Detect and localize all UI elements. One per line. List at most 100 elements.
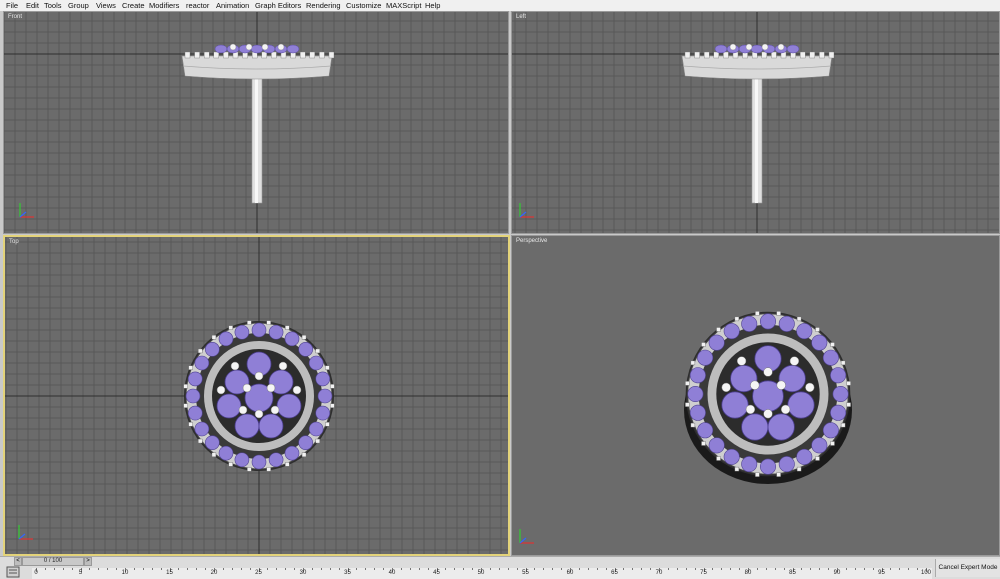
timeline-tick	[53, 568, 55, 570]
outer-gem	[315, 371, 331, 387]
timeline-tick	[285, 568, 287, 570]
viewport-label-left[interactable]: Left	[516, 14, 526, 20]
timeline-tick	[249, 568, 251, 570]
outer-gem	[697, 349, 714, 366]
menu-item-group[interactable]: Group	[68, 0, 89, 11]
timeline-tick	[623, 568, 625, 570]
timeline-tick	[98, 568, 100, 570]
outer-gem	[689, 367, 706, 384]
timeline-tick	[489, 568, 491, 570]
viewport-left[interactable]: Left	[511, 11, 1000, 234]
menu-item-customize[interactable]: Customize	[346, 0, 381, 11]
viewport-perspective[interactable]: Perspective	[511, 235, 1000, 556]
timeline-tick	[107, 568, 109, 570]
timeline-tick-label: 65	[611, 570, 618, 576]
metal-bead	[721, 382, 731, 393]
timeline-tick-label: 50	[477, 570, 485, 576]
cancel-expert-mode-button[interactable]: Cancel Expert Mode	[935, 559, 1000, 577]
timeline-tick	[311, 568, 313, 570]
metal-bead	[789, 356, 800, 366]
timeline-tick	[507, 568, 509, 570]
viewport-label-perspective[interactable]: Perspective	[516, 238, 547, 244]
outer-gem	[205, 342, 220, 357]
timeline-tick-label: 60	[566, 570, 574, 576]
earring-side-view	[681, 43, 835, 204]
outer-gem	[811, 334, 828, 351]
timeline-tick-label: 90	[833, 570, 841, 576]
viewport-front[interactable]: Front	[3, 11, 509, 234]
timeline-tick	[596, 568, 598, 570]
viewport-area: Front Left Top Perspective	[0, 11, 1000, 557]
timeline-tick	[899, 568, 901, 570]
outer-gem	[822, 349, 839, 366]
timeline-tick	[71, 568, 73, 570]
menu-item-help[interactable]: Help	[425, 0, 440, 11]
timeline-tick-label: 95	[878, 570, 885, 576]
timeline-tick	[329, 568, 331, 570]
prev-frame-button[interactable]: <	[14, 557, 22, 566]
outer-gem	[194, 355, 210, 371]
timeline-tick	[187, 568, 189, 570]
center-gem	[767, 413, 795, 441]
outer-gem	[822, 422, 839, 439]
viewport-top[interactable]: Top	[3, 235, 510, 556]
metal-bead	[254, 371, 264, 381]
timeline-tick	[383, 568, 385, 570]
timeline-tick	[320, 568, 322, 570]
menu-item-animation[interactable]: Animation	[216, 0, 249, 11]
outer-gem	[315, 405, 331, 421]
metal-bead	[780, 404, 791, 415]
center-gem	[234, 413, 260, 439]
menu-item-tools[interactable]: Tools	[44, 0, 62, 11]
timeline-tick	[828, 568, 830, 570]
menu-item-rendering[interactable]: Rendering	[306, 0, 341, 11]
outer-gem	[830, 367, 847, 384]
outer-gem	[234, 452, 250, 468]
outer-gem	[218, 331, 234, 347]
outer-gem	[251, 454, 267, 470]
timeline-tick	[294, 568, 296, 570]
timeline-tick	[587, 568, 589, 570]
timeline-tick	[890, 568, 892, 570]
menu-item-create[interactable]: Create	[122, 0, 145, 11]
outer-gem	[697, 422, 714, 439]
mini-curve-editor-icon[interactable]	[6, 566, 20, 578]
menu-item-file[interactable]: File	[6, 0, 18, 11]
timeline-tick	[863, 568, 865, 570]
timeline-tick	[89, 568, 91, 570]
timeline-tick	[44, 568, 46, 570]
outer-gem	[185, 388, 201, 404]
menu-item-views[interactable]: Views	[96, 0, 116, 11]
timeline-tick	[400, 568, 402, 570]
timeline-tick	[534, 568, 536, 570]
menu-item-edit[interactable]: Edit	[26, 0, 39, 11]
timeline-tick	[765, 568, 767, 570]
center-gem	[787, 391, 815, 419]
menu-item-maxscript[interactable]: MAXScript	[386, 0, 421, 11]
timeline-tick	[142, 568, 144, 570]
timeline-tick	[676, 568, 678, 570]
timeline-tick-label: 40	[388, 570, 396, 576]
outer-gem	[284, 331, 300, 347]
viewport-label-front[interactable]: Front	[8, 14, 22, 20]
menu-item-reactor[interactable]: reactor	[186, 0, 209, 11]
timeline-tick	[133, 568, 135, 570]
timeline-track[interactable]: 0 5 10 15 20 25 30 35 40 45 50 55 60 65 70 75 80 85 90 95 10…	[32, 568, 932, 579]
timeline-tick	[783, 568, 785, 570]
viewport-label-top[interactable]: Top	[9, 239, 19, 245]
outer-gem	[268, 324, 284, 340]
timeline-tick	[267, 568, 269, 570]
timeline-tick-label: 45	[433, 570, 440, 576]
menu-item-modifiers[interactable]: Modifiers	[149, 0, 179, 11]
timeline-tick	[552, 568, 554, 570]
viewport-perspective-canvas	[519, 311, 852, 544]
menu-item-graph-editors[interactable]: Graph Editors	[255, 0, 301, 11]
outer-gem	[723, 448, 740, 465]
next-frame-button[interactable]: >	[84, 557, 92, 566]
outer-gem	[760, 458, 777, 475]
time-slider[interactable]: 0 / 100	[22, 557, 84, 566]
outer-gem	[308, 421, 324, 437]
timeline-tick	[561, 568, 563, 570]
timeline-tick	[160, 568, 162, 570]
outer-gem	[796, 323, 813, 340]
